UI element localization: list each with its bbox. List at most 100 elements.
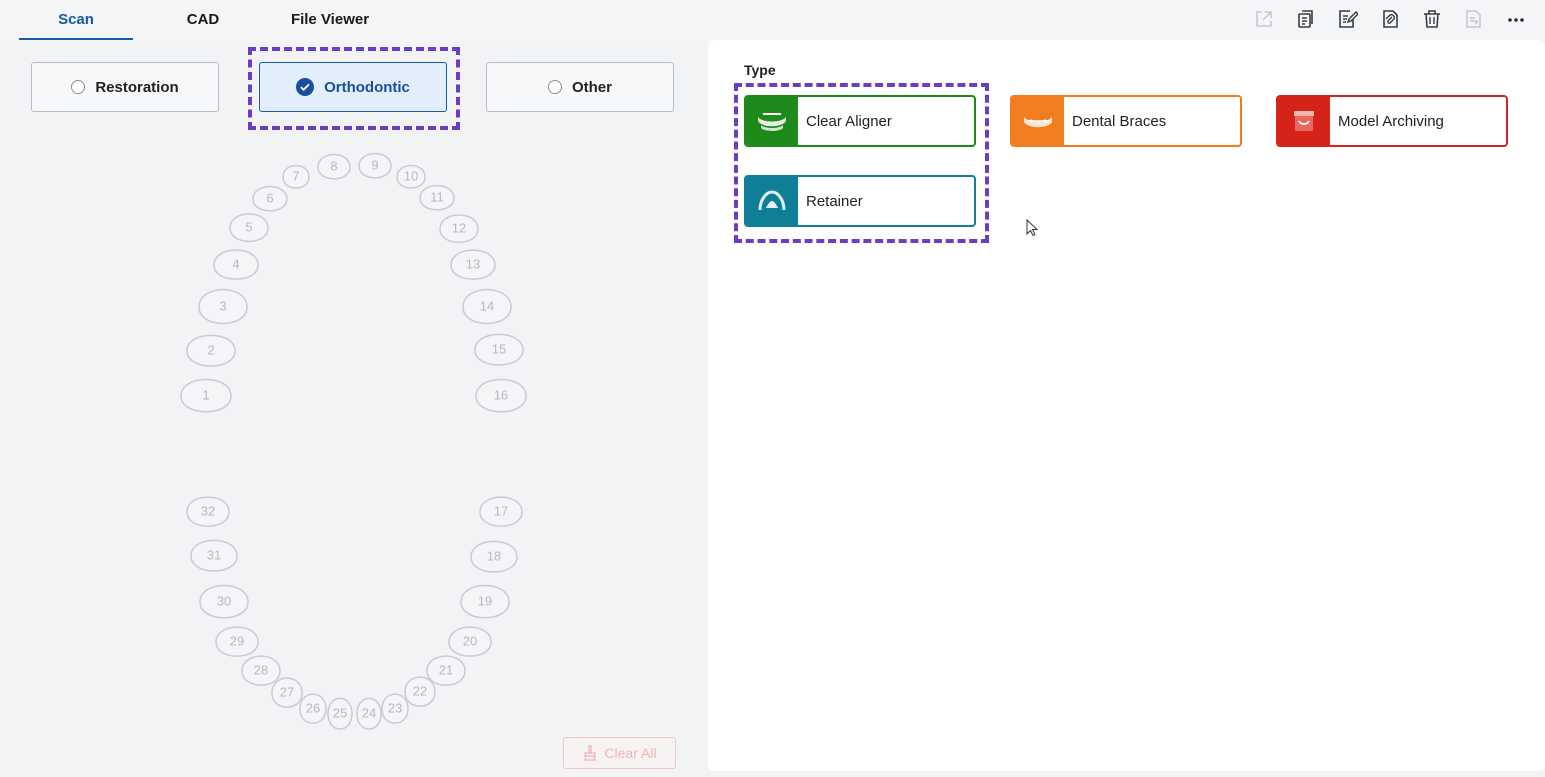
- orthodontic-label: Orthodontic: [324, 78, 410, 96]
- retainer-card[interactable]: Retainer: [744, 175, 976, 227]
- tooth-number: 25: [333, 705, 347, 720]
- copy-document-icon: [1298, 10, 1313, 28]
- tooth-number: 17: [494, 503, 508, 518]
- send-button[interactable]: [1453, 6, 1495, 32]
- tooth-27[interactable]: 27: [271, 677, 303, 708]
- tooth-number: 3: [219, 298, 226, 313]
- radio-unchecked-icon: [547, 80, 562, 94]
- tooth-number: 20: [463, 633, 477, 648]
- tooth-13[interactable]: 13: [450, 249, 496, 280]
- other-button[interactable]: Other: [486, 62, 674, 112]
- tooth-number: 16: [494, 387, 508, 402]
- tooth-6[interactable]: 6: [252, 186, 288, 212]
- tooth-1[interactable]: 1: [180, 378, 232, 413]
- tooth-9[interactable]: 9: [358, 153, 392, 179]
- copy-button[interactable]: [1285, 6, 1327, 32]
- tooth-number: 28: [254, 662, 268, 677]
- tooth-32[interactable]: 32: [186, 496, 230, 527]
- tooth-number: 24: [362, 705, 376, 720]
- retainer-icon: [746, 177, 798, 225]
- radio-unchecked-icon: [71, 80, 86, 94]
- tooth-number: 11: [430, 189, 444, 204]
- tooth-2[interactable]: 2: [186, 334, 236, 367]
- other-label: Other: [571, 78, 612, 96]
- tooth-18[interactable]: 18: [470, 540, 518, 573]
- tooth-number: 6: [266, 190, 273, 205]
- dental-braces-card[interactable]: Dental Braces: [1010, 95, 1242, 147]
- tab-scan[interactable]: Scan: [19, 0, 133, 40]
- tooth-16[interactable]: 16: [475, 378, 527, 413]
- tooth-number: 22: [413, 683, 427, 698]
- tooth-19[interactable]: 19: [460, 584, 510, 619]
- type-heading: Type: [744, 62, 776, 78]
- tab-cad[interactable]: CAD: [150, 0, 256, 38]
- tooth-number: 7: [292, 168, 299, 183]
- tooth-number: 23: [388, 700, 402, 715]
- tooth-29[interactable]: 29: [215, 626, 259, 657]
- retainer-label: Retainer: [806, 192, 863, 210]
- restoration-label: Restoration: [95, 78, 179, 96]
- tooth-11[interactable]: 11: [419, 185, 455, 211]
- edit-document-icon: [1339, 10, 1358, 28]
- tooth-8[interactable]: 8: [317, 154, 351, 180]
- model-archiving-label: Model Archiving: [1338, 112, 1444, 130]
- orthodontic-button[interactable]: Orthodontic: [259, 62, 447, 112]
- tooth-number: 27: [280, 684, 294, 699]
- clear-aligner-card[interactable]: Clear Aligner: [744, 95, 976, 147]
- tooth-20[interactable]: 20: [448, 626, 492, 657]
- tooth-number: 26: [306, 700, 320, 715]
- tooth-31[interactable]: 31: [190, 539, 238, 572]
- tooth-number: 4: [232, 256, 239, 271]
- tooth-number: 21: [439, 662, 453, 677]
- tooth-21[interactable]: 21: [426, 655, 466, 686]
- model-archiving-icon: [1278, 97, 1330, 145]
- tooth-number: 2: [207, 342, 214, 357]
- tooth-7[interactable]: 7: [282, 164, 310, 189]
- tooth-number: 30: [217, 593, 231, 608]
- tooth-number: 8: [330, 158, 337, 173]
- clear-aligner-icon: [746, 97, 798, 145]
- model-archiving-card[interactable]: Model Archiving: [1276, 95, 1508, 147]
- tooth-14[interactable]: 14: [462, 288, 512, 325]
- tooth-3[interactable]: 3: [198, 288, 248, 325]
- mouse-cursor-icon: [1026, 219, 1038, 237]
- tooth-10[interactable]: 10: [396, 164, 426, 189]
- tab-file-viewer[interactable]: File Viewer: [268, 0, 392, 38]
- tooth-12[interactable]: 12: [439, 214, 479, 243]
- tooth-5[interactable]: 5: [229, 213, 269, 242]
- attach-button[interactable]: [1369, 6, 1411, 32]
- tooth-30[interactable]: 30: [199, 584, 249, 619]
- check-circle-icon: [296, 78, 315, 96]
- top-bar: Scan CAD File Viewer: [0, 0, 1545, 40]
- more-icon: [1508, 18, 1524, 22]
- more-button[interactable]: [1495, 6, 1537, 32]
- tooth-number: 19: [478, 593, 492, 608]
- toolbar: [1243, 6, 1537, 32]
- clear-aligner-label: Clear Aligner: [806, 112, 892, 130]
- tooth-25[interactable]: 25: [327, 697, 353, 730]
- tooth-number: 14: [480, 298, 494, 313]
- export-button[interactable]: [1243, 6, 1285, 32]
- restoration-button[interactable]: Restoration: [31, 62, 219, 112]
- tooth-number: 13: [466, 256, 480, 271]
- attachment-document-icon: [1383, 10, 1398, 28]
- edit-button[interactable]: [1327, 6, 1369, 32]
- send-document-icon: [1466, 10, 1481, 28]
- export-icon: [1256, 11, 1272, 27]
- tooth-number: 10: [404, 168, 418, 183]
- delete-button[interactable]: [1411, 6, 1453, 32]
- tooth-number: 31: [207, 547, 221, 562]
- tooth-28[interactable]: 28: [241, 655, 281, 686]
- tooth-22[interactable]: 22: [404, 676, 436, 707]
- clear-all-button[interactable]: Clear All: [563, 737, 676, 769]
- tooth-number: 1: [202, 387, 209, 402]
- tooth-23[interactable]: 23: [381, 693, 409, 724]
- tooth-chart: 12345678 91011121314151617181920212223242…: [180, 153, 527, 730]
- clear-all-label: Clear All: [604, 745, 657, 761]
- type-panel: [708, 40, 1545, 771]
- tooth-17[interactable]: 17: [479, 496, 523, 527]
- tooth-26[interactable]: 26: [299, 693, 327, 724]
- tooth-4[interactable]: 4: [213, 249, 259, 280]
- tooth-24[interactable]: 24: [356, 697, 382, 730]
- tooth-15[interactable]: 15: [474, 333, 524, 366]
